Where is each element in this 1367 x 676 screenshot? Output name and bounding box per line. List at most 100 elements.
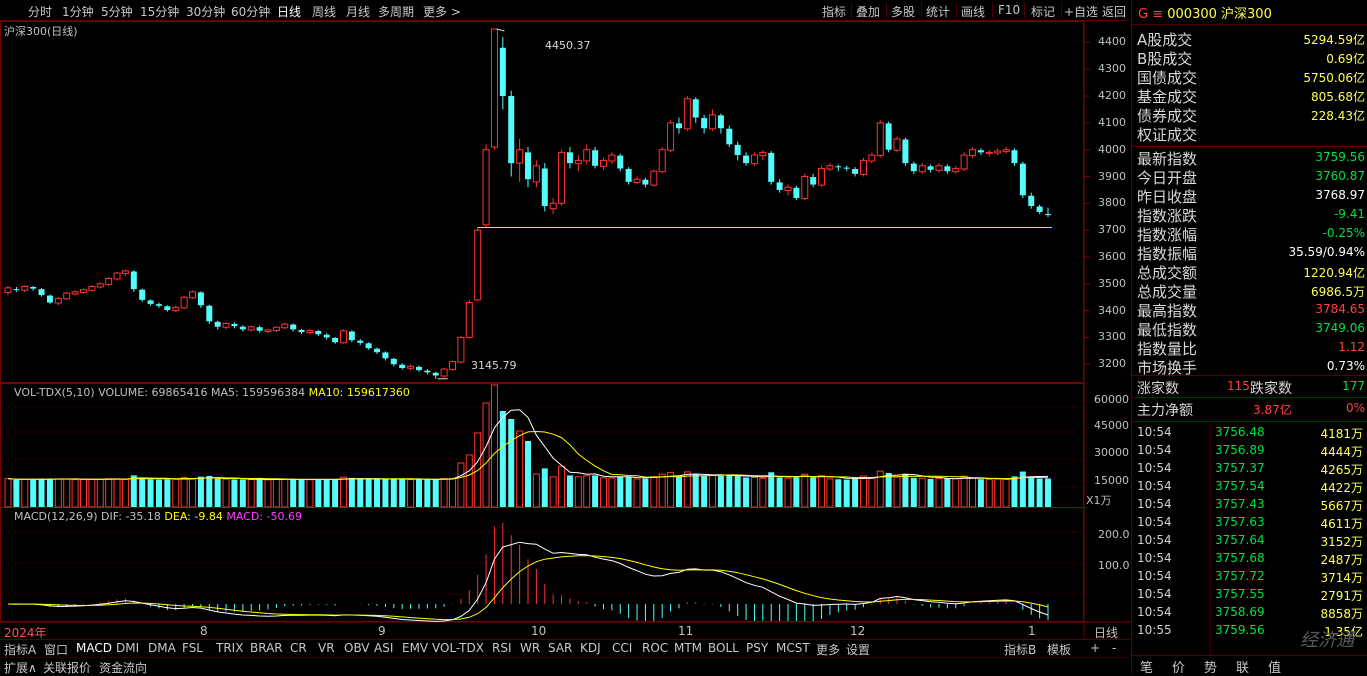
main-flow-row: 主力净额 3.87亿 0% (1137, 400, 1365, 419)
candle-body (843, 167, 850, 169)
tick-time: 10:54 (1137, 461, 1172, 475)
tool-indicator[interactable]: 指标 (822, 3, 846, 20)
candle-body (281, 323, 289, 329)
indicator-tab-7[interactable]: BRAR (250, 641, 283, 655)
indicator-tab-1[interactable]: 窗口 (44, 641, 68, 658)
indicator-tab-9[interactable]: VR (318, 641, 335, 655)
volume-bar (315, 479, 322, 507)
indicator-tab-12[interactable]: EMV (402, 641, 428, 655)
indicator-right-1[interactable]: 模板 (1047, 641, 1071, 658)
tick-row: 10:54 3757.64 3152万 (1137, 531, 1365, 549)
menu-icon[interactable]: G ≡ (1138, 7, 1163, 22)
volume-bar (675, 476, 682, 507)
indicator-tab-14[interactable]: RSI (492, 641, 512, 655)
quote-row: 最高指数 3784.65 (1137, 300, 1365, 320)
volume-bar (407, 479, 415, 508)
candle-body (759, 151, 767, 157)
candle-body (675, 123, 682, 129)
volume-bar (290, 478, 297, 507)
price-tick: 3200 (1098, 357, 1126, 371)
candle-body (96, 283, 104, 288)
kline-chart[interactable] (0, 21, 1131, 639)
capital-flow-tab[interactable]: 资金流向 (99, 659, 147, 676)
tab-related[interactable]: 联 (1236, 657, 1249, 676)
tool-statistics[interactable]: 统计 (926, 3, 950, 20)
tool-overlay[interactable]: 叠加 (856, 3, 880, 20)
indicator-tab-24[interactable]: 更多 (816, 641, 840, 658)
candle-body (88, 285, 96, 291)
period-30min[interactable]: 30分钟 (186, 3, 225, 20)
candle-body (683, 98, 691, 130)
indicator-tab-19[interactable]: ROC (642, 641, 668, 655)
volume-bar (46, 478, 53, 507)
period-weekly[interactable]: 周线 (312, 3, 336, 20)
volume-bar (332, 479, 339, 507)
indicator-right-0[interactable]: 指标B (1004, 641, 1036, 658)
indicator-tab-11[interactable]: ASI (374, 641, 393, 655)
indicator-tab-16[interactable]: SAR (548, 641, 572, 655)
period-daily[interactable]: 日线 (277, 3, 301, 20)
tab-trades[interactable]: 笔 (1140, 657, 1153, 676)
price-tick: 4200 (1098, 89, 1126, 103)
rise-label: 涨家数 (1137, 381, 1179, 397)
volume-bar (281, 478, 289, 508)
period-15min[interactable]: 15分钟 (140, 3, 179, 20)
indicator-tab-0[interactable]: 指标A (4, 641, 36, 658)
period-more[interactable]: 更多 > (423, 3, 461, 20)
tab-trend[interactable]: 势 (1204, 657, 1217, 676)
period-5min[interactable]: 5分钟 (101, 3, 133, 20)
indicator-tab-18[interactable]: CCI (612, 641, 632, 655)
tool-mark[interactable]: 标记 (1031, 3, 1055, 20)
indicator-tab-25[interactable]: 设置 (846, 641, 870, 658)
quote-row: 最低指数 3749.06 (1137, 319, 1365, 339)
tool-multi-stock[interactable]: 多股 (891, 3, 915, 20)
indicator-tab-13[interactable]: VOL-TDX (432, 641, 484, 655)
indicator-tab-10[interactable]: OBV (344, 641, 370, 655)
indicator-tab-21[interactable]: BOLL (708, 641, 739, 655)
candle-body (818, 167, 826, 186)
period-60min[interactable]: 60分钟 (231, 3, 270, 20)
indicator-tab-6[interactable]: TRIX (216, 641, 243, 655)
candle-body (1028, 195, 1035, 207)
candle-body (121, 270, 129, 275)
indicator-right-2[interactable]: + (1090, 641, 1100, 655)
indicator-tab-8[interactable]: CR (290, 641, 307, 655)
candle-body (164, 306, 171, 311)
indicator-tab-20[interactable]: MTM (674, 641, 702, 655)
indicator-tab-17[interactable]: KDJ (580, 641, 601, 655)
tick-time: 10:54 (1137, 443, 1172, 457)
indicator-tab-23[interactable]: MCST (776, 641, 810, 655)
indicator-right-3[interactable]: - (1112, 641, 1116, 655)
tick-price: 3756.89 (1215, 443, 1265, 457)
indicator-tab-22[interactable]: PSY (746, 641, 768, 655)
indicator-tab-2[interactable]: MACD (76, 641, 112, 655)
tab-price[interactable]: 价 (1172, 657, 1185, 676)
period-multi[interactable]: 多周期 (378, 3, 414, 20)
period-intraday[interactable]: 分时 (28, 3, 52, 20)
candle-body (608, 154, 616, 162)
macd-value: MACD: -50.69 (226, 510, 302, 523)
tab-value[interactable]: 值 (1268, 657, 1281, 676)
indicator-tab-5[interactable]: FSL (182, 641, 203, 655)
x-label-dec: 12 (850, 624, 866, 638)
tick-volume: 3152万 (1320, 535, 1363, 549)
tool-back[interactable]: 返回 (1102, 3, 1126, 20)
quote-row-value: 1220.94亿 (1303, 266, 1365, 280)
candle-body (910, 163, 917, 172)
tool-draw[interactable]: 画线 (961, 3, 985, 20)
tool-f10[interactable]: F10 (998, 3, 1020, 17)
related-quotes-tab[interactable]: 关联报价 (43, 659, 91, 676)
indicator-tab-4[interactable]: DMA (148, 641, 176, 655)
candle-body (30, 287, 37, 289)
volume-bar (432, 479, 439, 507)
volume-bar (793, 477, 800, 507)
indicator-tab-3[interactable]: DMI (116, 641, 139, 655)
indicator-tab-15[interactable]: WR (520, 641, 540, 655)
tick-volume: 2791万 (1320, 589, 1363, 603)
period-monthly[interactable]: 月线 (346, 3, 370, 20)
tool-add-watchlist[interactable]: +自选 (1064, 3, 1098, 20)
volume-bar (717, 475, 724, 507)
period-1min[interactable]: 1分钟 (62, 3, 94, 20)
expand-button[interactable]: 扩展∧ (4, 659, 37, 676)
candle-body (893, 138, 901, 151)
